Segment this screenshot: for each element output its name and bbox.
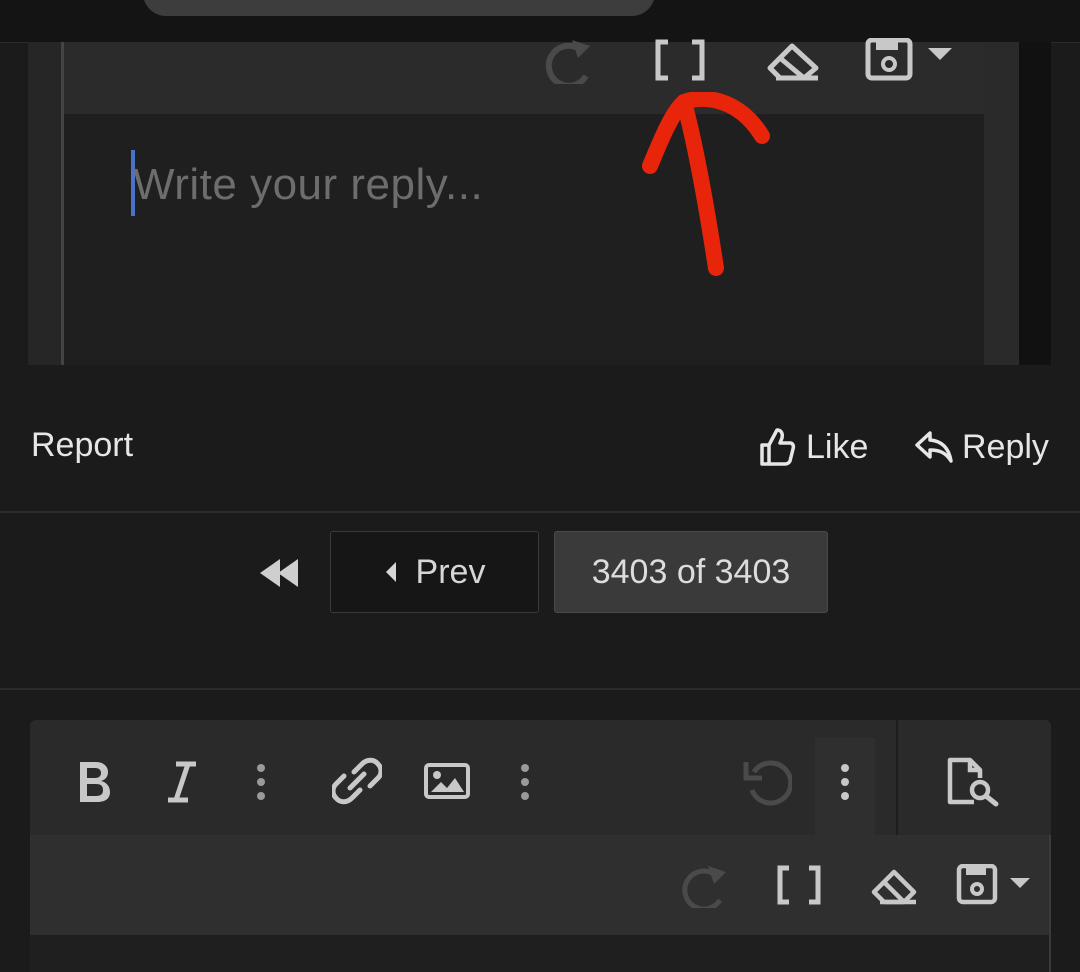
remove-format-icon[interactable] [868, 864, 920, 906]
editor-border [1049, 835, 1051, 972]
save-draft-icon[interactable] [956, 864, 1000, 906]
caret-down-icon[interactable] [1008, 876, 1032, 890]
like-label: Like [806, 427, 869, 466]
more-icon[interactable] [837, 762, 853, 802]
editor-toolbar [64, 42, 984, 114]
prev-label: Prev [415, 552, 486, 591]
like-button[interactable]: Like [758, 424, 868, 470]
reply-placeholder[interactable]: Write your reply... [133, 160, 483, 210]
redo-icon[interactable] [678, 862, 730, 908]
divider [0, 688, 1080, 690]
caret-down-icon[interactable] [926, 46, 954, 62]
editor-gutter [984, 42, 1019, 365]
italic-icon[interactable] [162, 760, 202, 804]
bold-icon[interactable] [74, 758, 114, 806]
image-icon[interactable] [423, 762, 471, 800]
reply-label: Reply [962, 427, 1049, 466]
more-text-icon[interactable] [253, 762, 269, 802]
red-arrow-annotation [636, 92, 776, 282]
redo-icon[interactable] [538, 36, 598, 84]
top-pill [143, 0, 655, 16]
reply-button[interactable]: Reply [914, 424, 1049, 470]
bbcode-icon[interactable] [652, 38, 708, 82]
toolbar-separator [896, 720, 898, 835]
caret-left-icon [384, 560, 398, 584]
thumbs-up-icon [758, 427, 796, 467]
link-icon[interactable] [332, 756, 382, 806]
editor-body[interactable] [30, 935, 1051, 972]
reply-arrow-icon [914, 429, 954, 465]
save-draft-icon[interactable] [864, 38, 916, 82]
prev-page-button[interactable]: Prev [330, 531, 539, 613]
first-page-icon[interactable] [256, 553, 304, 593]
preview-icon[interactable] [946, 756, 1002, 808]
undo-icon[interactable] [742, 756, 792, 806]
bbcode-icon[interactable] [775, 864, 823, 906]
remove-format-icon[interactable] [762, 38, 824, 82]
scrollbar[interactable] [1019, 42, 1051, 365]
page-selector[interactable]: 3403 of 3403 [554, 531, 828, 613]
reply-editor-bottom [30, 720, 1051, 972]
report-link[interactable]: Report [31, 426, 133, 465]
more-insert-icon[interactable] [517, 762, 533, 802]
editor-body[interactable] [64, 114, 984, 365]
pagination-bar [0, 513, 1080, 688]
